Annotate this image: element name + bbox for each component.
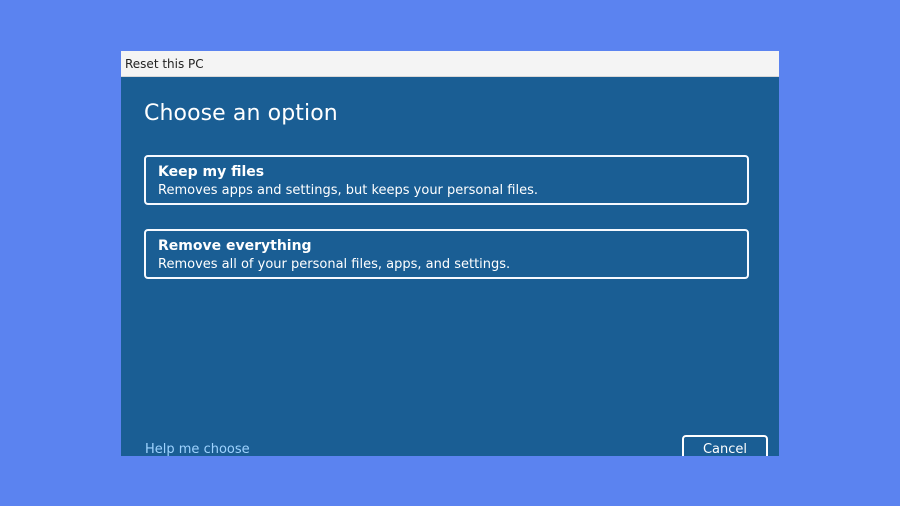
keep-my-files-option[interactable]: Keep my files Removes apps and settings,… — [144, 155, 749, 205]
reset-pc-window: Reset this PC Choose an option Keep my f… — [121, 51, 779, 456]
keep-my-files-title: Keep my files — [158, 164, 265, 180]
dialog-content: Choose an option Keep my files Removes a… — [121, 77, 779, 456]
remove-everything-title: Remove everything — [158, 238, 312, 254]
window-title: Reset this PC — [121, 51, 779, 77]
keep-my-files-description: Removes apps and settings, but keeps you… — [158, 183, 539, 198]
page-title: Choose an option — [144, 101, 338, 126]
cancel-button[interactable]: Cancel — [682, 435, 768, 456]
help-me-choose-link[interactable]: Help me choose — [145, 441, 250, 456]
remove-everything-description: Removes all of your personal files, apps… — [158, 257, 511, 272]
remove-everything-option[interactable]: Remove everything Removes all of your pe… — [144, 229, 749, 279]
